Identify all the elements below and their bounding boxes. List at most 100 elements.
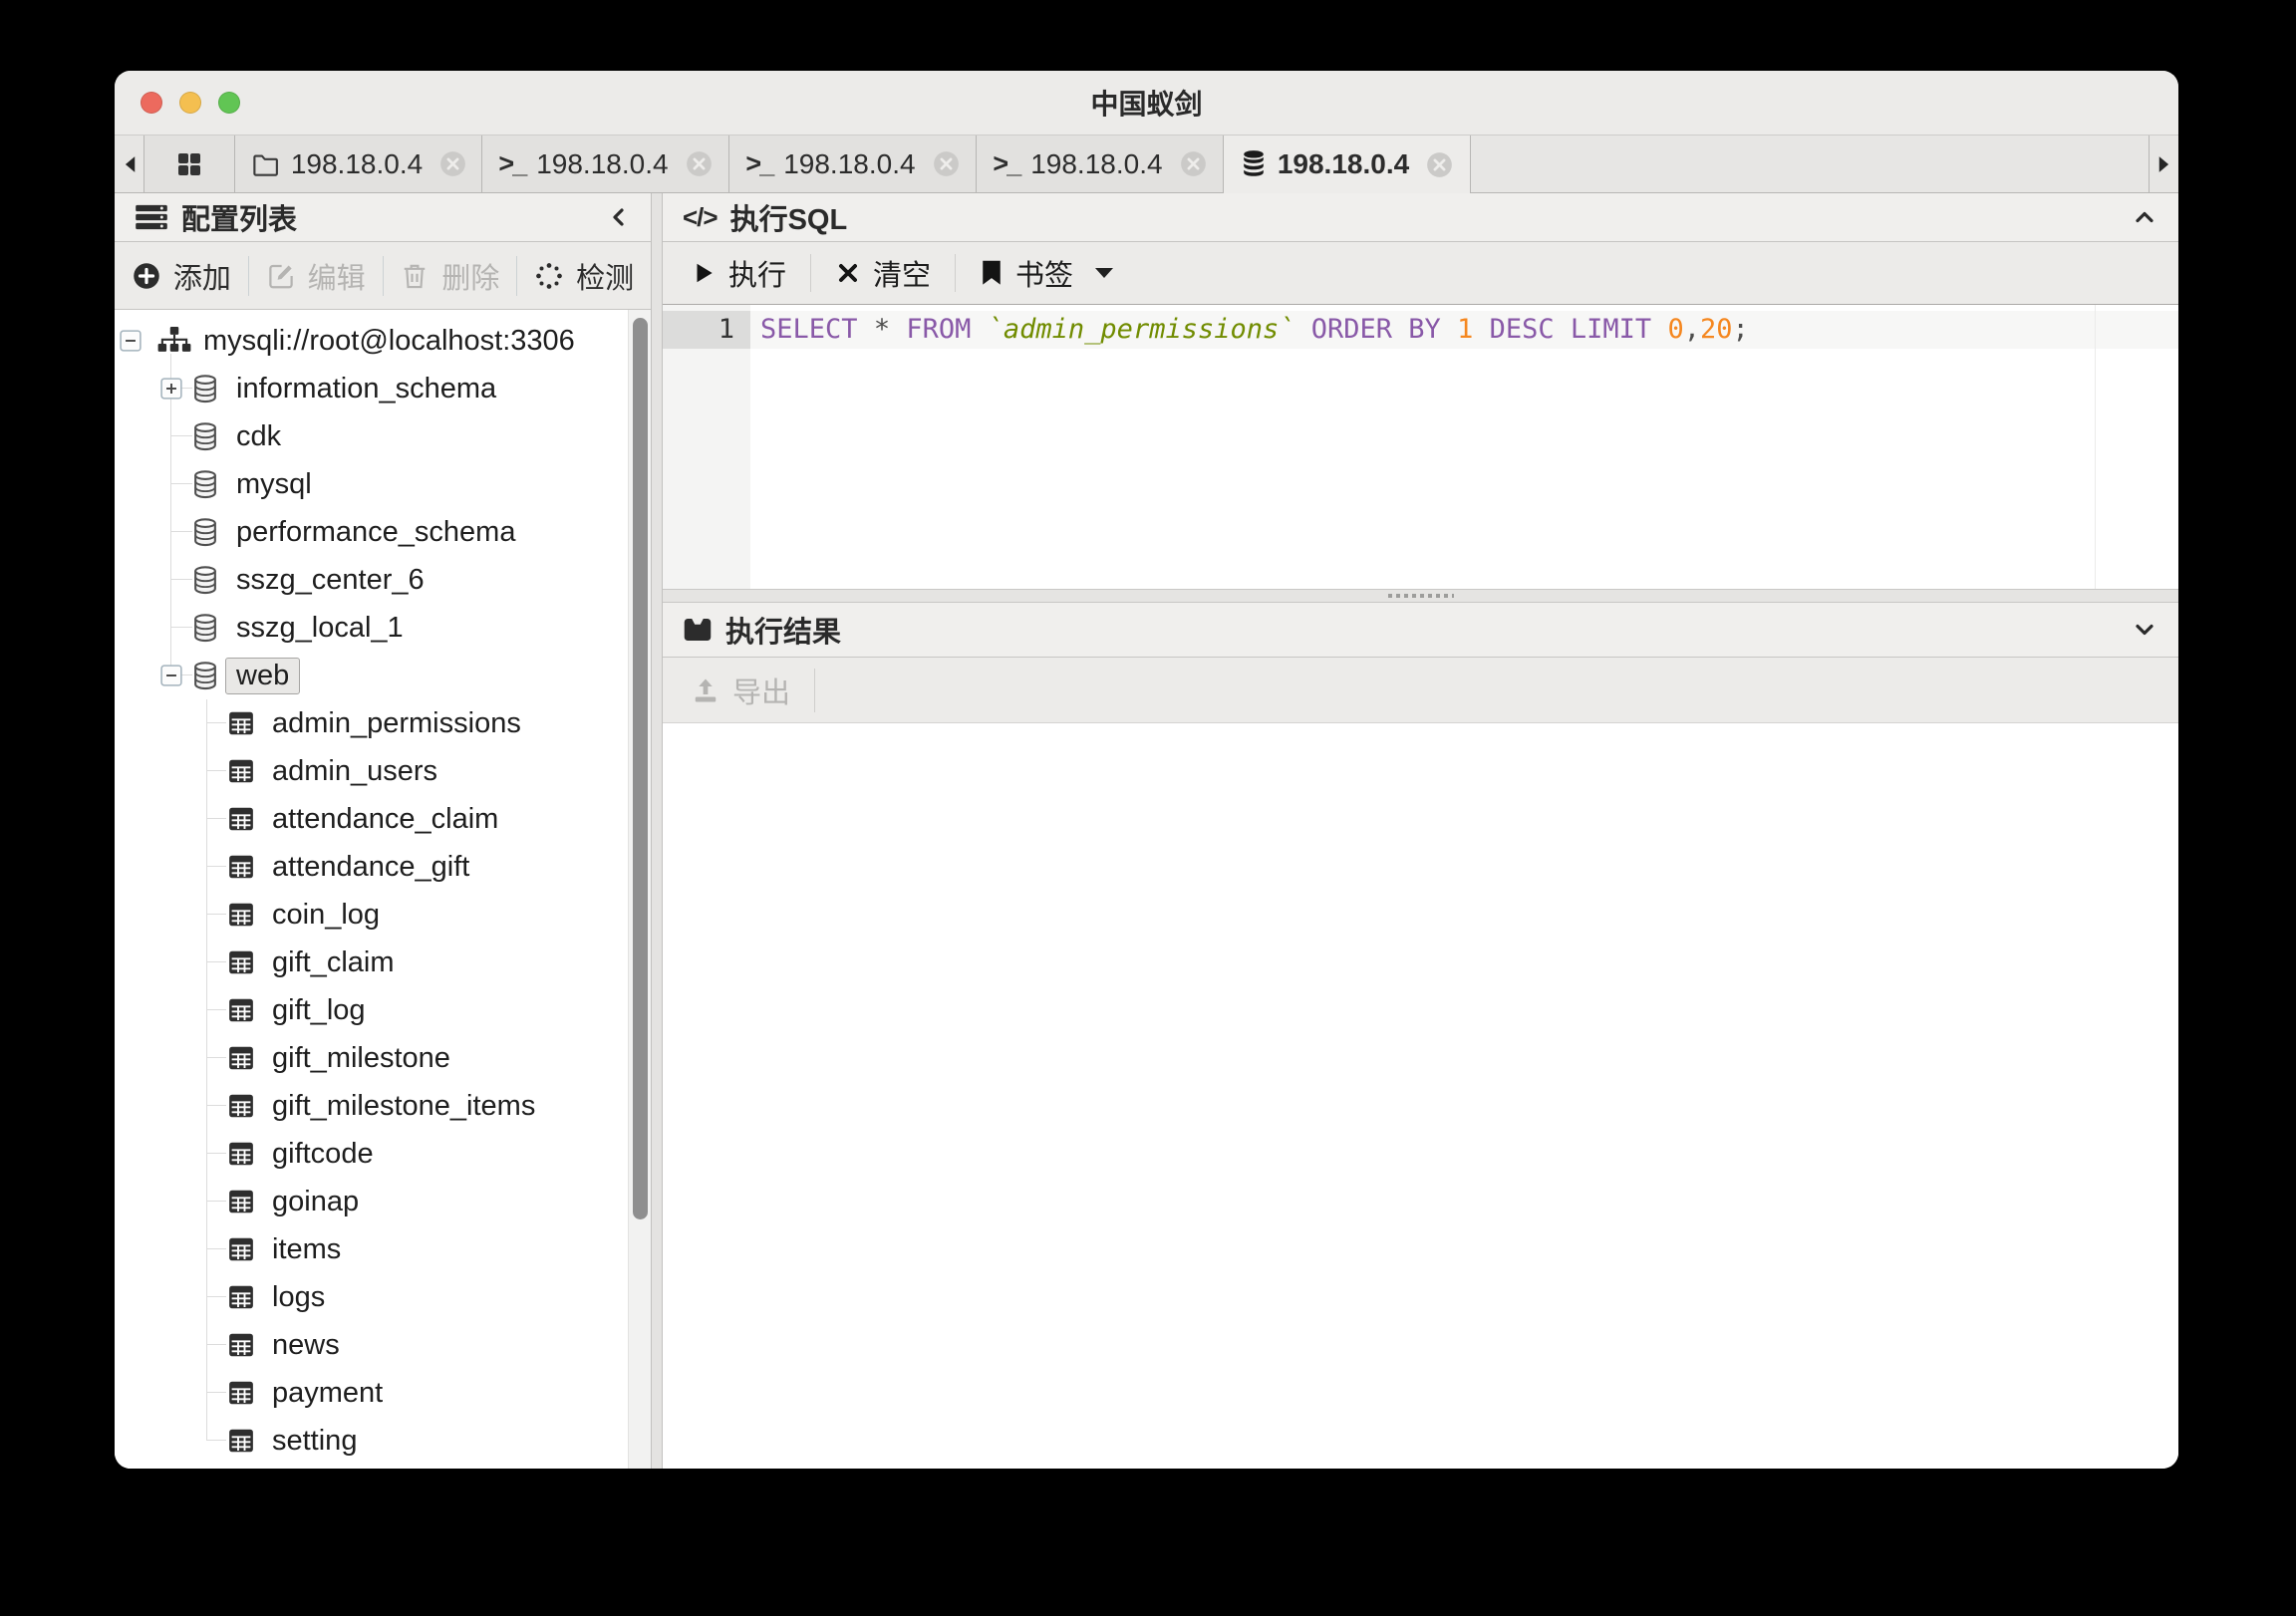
result-inbox-icon [683,616,713,644]
play-icon [691,259,717,287]
tab-label: 198.18.0.4 [1030,147,1163,179]
tree-node-gift_claim[interactable]: gift_claim [115,939,651,986]
export-button[interactable]: 导出 [677,658,804,722]
table-icon [226,1139,256,1169]
expand-plus-icon[interactable] [160,378,182,400]
tree-node-logs[interactable]: logs [115,1273,651,1321]
sidebar-edit-button[interactable]: 编辑 [249,242,383,309]
tree-node-goinap[interactable]: goinap [115,1178,651,1225]
window-title: 中国蚁剑 [1090,89,1203,120]
sitemap-icon [157,326,191,356]
sql-panel-collapse-button[interactable] [2131,205,2158,229]
tree-node-gift_log[interactable]: gift_log [115,986,651,1034]
tree-node-cdk[interactable]: cdk [115,412,651,460]
tree-node-payment[interactable]: payment [115,1369,651,1417]
database-icon [190,564,220,596]
zoom-window-button[interactable] [218,92,240,114]
editor-result-splitter[interactable] [663,589,2178,603]
tab-terminal-3[interactable]: >_ 198.18.0.4 [977,135,1224,193]
tree-scrollbar[interactable] [628,310,651,1469]
result-panel-collapse-button[interactable] [2131,618,2158,642]
sql-panel-title: 执行SQL [729,204,848,236]
table-icon [226,1091,256,1121]
close-tab-icon[interactable] [439,150,466,177]
table-icon [226,1426,256,1456]
tree-node-gift_milestone[interactable]: gift_milestone [115,1034,651,1082]
tree-node-admin_permissions[interactable]: admin_permissions [115,699,651,747]
sql-editor[interactable]: 1 SELECT * FROM `admin_permissions` ORDE… [663,305,2178,589]
chevron-up-icon [2131,205,2158,229]
tree-node-sszg_center_6[interactable]: sszg_center_6 [115,556,651,604]
tree-node-gift_milestone_items[interactable]: gift_milestone_items [115,1082,651,1130]
toolbar-divider [810,254,812,292]
config-tree-area: mysqli://root@localhost:3306 information_… [115,310,651,1469]
sidebar-add-button[interactable]: 添加 [115,242,248,309]
expand-minus-icon[interactable] [120,330,142,352]
editor-scroll-track [2095,305,2096,589]
tab-list: 198.18.0.4 >_ 198.18.0.4 >_ 198.18.0.4 >_ 198.… [144,135,1471,193]
tree-node-label: attendance_claim [272,802,499,835]
tree-node-attendance_gift[interactable]: attendance_gift [115,843,651,891]
tab-files[interactable]: 198.18.0.4 [235,135,482,193]
minimize-window-button[interactable] [179,92,201,114]
tree-node-label: coin_log [272,898,381,931]
close-tab-icon[interactable] [686,150,713,177]
tree-node-label: admin_users [272,754,438,787]
tab-scroll-right-button[interactable] [2149,135,2178,193]
database-icon [190,612,220,644]
close-tab-icon[interactable] [1180,150,1207,177]
editor-content[interactable]: SELECT * FROM `admin_permissions` ORDER … [750,305,2178,589]
result-panel-title: 执行结果 [725,617,842,649]
tree-node-performance_schema[interactable]: performance_schema [115,508,651,556]
tree-node-label: gift_milestone_items [272,1089,536,1122]
tree-node-news[interactable]: news [115,1321,651,1369]
table-icon [226,1187,256,1216]
tree-node-label: payment [272,1376,384,1409]
tree-node-label: giftcode [272,1137,374,1170]
tree-node-admin_users[interactable]: admin_users [115,747,651,795]
tree-node-label: gift_milestone [272,1041,450,1074]
tree-scrollbar-thumb[interactable] [633,318,648,1219]
tab-terminal-1[interactable]: >_ 198.18.0.4 [482,135,729,193]
sidebar-collapse-button[interactable] [607,203,631,231]
expand-minus-icon[interactable] [160,665,182,686]
tree-node-giftcode[interactable]: giftcode [115,1130,651,1178]
close-tab-icon[interactable] [1426,151,1453,178]
tab-terminal-2[interactable]: >_ 198.18.0.4 [729,135,977,193]
tree-node-attendance_claim[interactable]: attendance_claim [115,795,651,843]
sidebar-title: 配置列表 [181,204,298,236]
panel-splitter-vertical[interactable] [652,193,663,1469]
run-sql-button[interactable]: 执行 [677,242,800,304]
clear-sql-button[interactable]: 清空 [821,242,945,304]
tab-label: 198.18.0.4 [1277,148,1410,179]
tree-node-sszg_local_1[interactable]: sszg_local_1 [115,604,651,652]
config-tree: mysqli://root@localhost:3306 information_… [115,310,651,1465]
tree-node-items[interactable]: items [115,1225,651,1273]
tree-node-label: performance_schema [236,515,516,548]
splitter-handle-icon [1387,594,1454,598]
sidebar-delete-button[interactable]: 删除 [384,242,517,309]
tree-node-setting[interactable]: setting [115,1417,651,1465]
tab-scroll-left-button[interactable] [115,135,144,193]
tree-node-information_schema[interactable]: information_schema [115,365,651,412]
close-tab-icon[interactable] [933,150,960,177]
database-icon [190,420,220,452]
caret-down-icon [1093,265,1115,281]
bookmark-button[interactable]: 书签 [966,242,1129,304]
trash-icon [400,261,430,291]
tab-label: 198.18.0.4 [290,147,424,179]
sidebar-check-button[interactable]: 检测 [517,242,651,309]
tree-node-label: goinap [272,1185,360,1217]
tab-home[interactable] [144,135,235,193]
tree-node-web[interactable]: web [115,652,651,699]
main-area: 配置列表 添加 编辑 删除 检测 mysqli://root@localhost:33… [115,193,2178,1469]
tree-node-mysql[interactable]: mysql [115,460,651,508]
close-window-button[interactable] [141,92,162,114]
tree-node-root[interactable]: mysqli://root@localhost:3306 [115,317,651,365]
arrow-right-icon [2157,154,2171,174]
tab-database[interactable]: 198.18.0.4 [1224,135,1471,193]
tree-node-coin_log[interactable]: coin_log [115,891,651,939]
